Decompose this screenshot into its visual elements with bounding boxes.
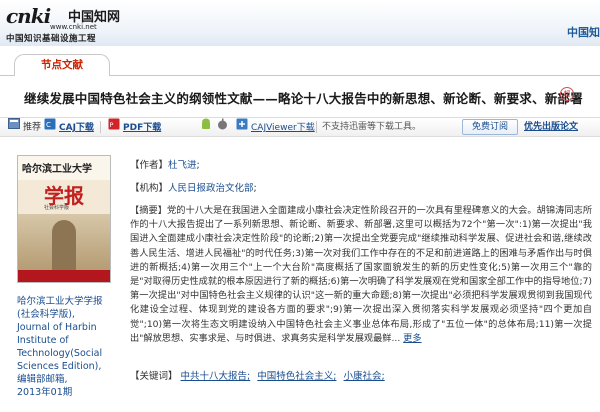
caj-icon: C (44, 118, 56, 137)
logo-url: www.cnki.net (50, 23, 97, 31)
cajviewer-icon (236, 118, 248, 137)
pdf-icon: P (108, 118, 120, 137)
journal-info-line[interactable]: Journal of Harbin (17, 321, 112, 334)
cajviewer-download-link[interactable]: CAJViewer下载 (251, 123, 315, 133)
article-title: 继续发展中国特色社会主义的纲领性文献——略论十八大报告中的新思想、新论断、新要求… (24, 91, 583, 106)
cover-band (18, 270, 110, 282)
recommend-item: 推荐 (8, 118, 41, 136)
book-icon (8, 118, 20, 136)
cajviewer-download-item[interactable]: CAJViewer下载 (236, 118, 315, 136)
priority-publish-link[interactable]: 优先出版论文 (524, 118, 578, 136)
header-right-link[interactable]: 中国知 (567, 24, 600, 40)
keyword-link[interactable]: 中共十八大报告; (181, 371, 251, 382)
apple-icon-item[interactable] (217, 118, 231, 136)
unsupported-tools-text: 不支持迅雷等下载工具。 (322, 122, 422, 132)
recommend-label: 推荐 (23, 122, 42, 133)
author-link[interactable]: 杜飞进 (168, 160, 197, 171)
android-icon-item[interactable] (200, 118, 215, 136)
journal-info-line: , (71, 309, 75, 320)
divider (100, 121, 101, 133)
more-link[interactable]: 更多 (403, 333, 421, 344)
org-suffix: ; (253, 183, 257, 194)
site-header: cnki 中国知网 www.cnki.net 中国知识基础设施工程 中国知 (0, 0, 600, 46)
keyword-link[interactable]: 中国特色社会主义; (257, 371, 336, 382)
tab-node-document[interactable]: 节点文献 (14, 54, 110, 76)
journal-info-line[interactable]: Institute of (17, 334, 112, 347)
keywords-field: 【关键词】 中共十八大报告; 中国特色社会主义; 小康社会; (130, 368, 389, 382)
svg-text:P: P (110, 121, 114, 129)
divider (316, 121, 317, 133)
logo-slogan: 中国知识基础设施工程 (6, 34, 97, 44)
pdf-download-link[interactable]: PDF下载 (123, 123, 161, 133)
cover-artwork (18, 214, 110, 270)
org-link[interactable]: 人民日报政治文化部 (168, 183, 254, 194)
journal-info-line: , (98, 361, 102, 372)
journal-info-line[interactable]: (社会科学版) (17, 309, 72, 320)
cnki-logo[interactable]: cnki 中国知网 www.cnki.net 中国知识基础设施工程 (6, 4, 126, 44)
abstract-block: 【摘要】党的十八大是在我国进入全面建成小康社会决定性阶段召开的一次具有里程碑意义… (130, 204, 592, 346)
svg-text:C: C (46, 121, 51, 129)
caj-download-link[interactable]: CAJ下载 (59, 123, 94, 133)
caj-download-item[interactable]: C CAJ下载 (44, 118, 94, 136)
apple-icon (217, 118, 228, 137)
super-badge-icon: 超 (560, 87, 574, 101)
journal-info[interactable]: 哈尔滨工业大学学报 (社会科学版), Journal of Harbin Ins… (17, 295, 112, 399)
cover-building (52, 220, 76, 270)
abstract-label: 【摘要】 (130, 205, 167, 216)
author-field: 【作者】杜飞进; (130, 157, 200, 171)
keyword-link[interactable]: 小康社会; (344, 371, 385, 382)
abstract-text: 党的十八大是在我国进入全面建成小康社会决定性阶段召开的一次具有里程碑意义的大会。… (130, 205, 593, 344)
author-suffix: ; (196, 160, 200, 171)
pdf-download-item[interactable]: P PDF下载 (108, 118, 161, 136)
android-icon (200, 118, 212, 137)
author-label: 【作者】 (130, 160, 169, 171)
journal-cover-image[interactable]: 哈尔滨工业大学 学报 社会科学版 (17, 155, 111, 283)
organization-field: 【机构】人民日报政治文化部; (130, 180, 257, 194)
keywords-label: 【关键词】 (130, 371, 178, 382)
cover-subtitle: 社会科学版 (44, 205, 70, 211)
journal-info-line[interactable]: Technology(Social (17, 347, 112, 360)
journal-info-line[interactable]: Sciences Edition) (17, 361, 98, 372)
free-order-button[interactable]: 免费订阅 (462, 119, 518, 135)
cover-journal-name: 哈尔滨工业大学 (22, 164, 92, 175)
download-bar: 推荐 C CAJ下载 P PDF下载 CAJViewer下载 不支持迅雷等下载工… (0, 117, 600, 137)
org-label: 【机构】 (130, 183, 169, 194)
tab-strip: 节点文献 (0, 54, 600, 76)
journal-info-line: , (64, 374, 68, 385)
journal-info-line[interactable]: 哈尔滨工业大学学报 (17, 295, 112, 308)
journal-info-line: 编辑部邮箱 (17, 374, 65, 385)
journal-issue-link[interactable]: 2013年01期 (17, 386, 112, 399)
